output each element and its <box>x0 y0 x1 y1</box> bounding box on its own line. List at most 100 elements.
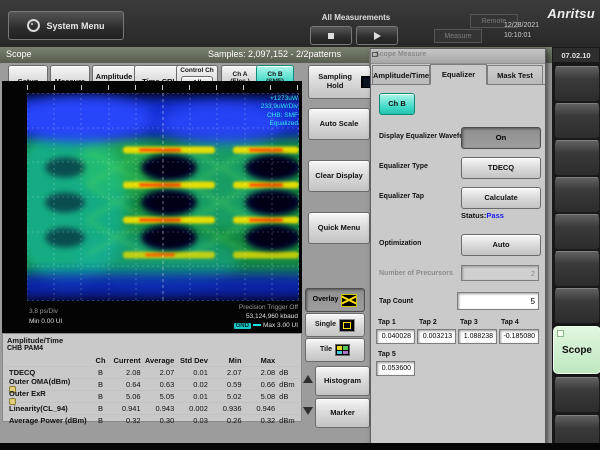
function-key-blank-8[interactable] <box>554 377 600 413</box>
sampling-hold-button[interactable]: Sampling Hold <box>308 65 376 99</box>
equalizer-type-button[interactable]: TDECQ <box>461 157 541 179</box>
tap1-label: Tap 1 <box>378 319 396 326</box>
measurement-table-panel: Amplitude/Time CHB PAM4 Ch Current Avera… <box>2 333 302 422</box>
min-ui-label: Min 0.00 UI <box>29 317 62 327</box>
equalizer-type-label: Equalizer Type <box>379 163 428 170</box>
quick-menu-button[interactable]: Quick Menu <box>308 212 370 244</box>
marker-button[interactable]: Marker <box>315 398 370 428</box>
eye-anno-offset: +1273uW <box>261 95 298 103</box>
sampling-hold-label: Sampling Hold <box>312 73 358 90</box>
tap4-label: Tap 4 <box>501 319 519 326</box>
panel-channel-b-button[interactable]: Ch B <box>379 93 415 115</box>
eye-anno-scale: 233.9uW/Div <box>261 103 298 111</box>
top-bar: System Menu All Measurements Measure Rem… <box>0 0 600 47</box>
tap3-label: Tap 3 <box>460 319 478 326</box>
auto-scale-label: Auto Scale <box>320 120 359 129</box>
table-header-row: Ch Current Average Std Dev Min Max <box>5 355 299 366</box>
date-label: 12/28/2021 <box>504 21 550 31</box>
table-title: Amplitude/Time <box>7 336 63 345</box>
marker-label: Marker <box>330 409 355 418</box>
anritsu-logo: Anritsu <box>547 6 595 21</box>
gnd-marker-badge: GND <box>234 323 251 329</box>
max-ui-label: Max 3.00 UI <box>263 322 298 329</box>
auto-scale-button[interactable]: Auto Scale <box>308 108 370 140</box>
eye-diagram-panel: +1273uW 233.9uW/Div CHB: SMF Equalized 3… <box>2 81 302 333</box>
tile-grid-icon <box>335 344 350 356</box>
tap4-field[interactable]: -0.185080 <box>499 329 539 344</box>
display-eq-waveform-toggle[interactable]: On <box>461 127 541 149</box>
function-key-blank-6[interactable] <box>554 251 600 287</box>
control-ch-label: Control Ch <box>180 67 214 74</box>
all-measurements-start-button[interactable] <box>356 26 398 45</box>
scroll-down-arrow-icon[interactable] <box>303 407 313 415</box>
equalizer-tap-calculate-button[interactable]: Calculate <box>461 187 541 209</box>
function-key-blank-4[interactable] <box>554 177 600 213</box>
system-menu-button[interactable]: System Menu <box>8 11 124 40</box>
clear-display-button[interactable]: Clear Display <box>308 160 370 192</box>
system-menu-label: System Menu <box>46 21 104 31</box>
panel-channel-b-label: Ch B <box>388 100 406 109</box>
firmware-version-label: 07.02.10 <box>553 48 599 62</box>
optimization-label: Optimization <box>379 240 421 247</box>
baud-rate-label: 53,124,960 kbaud <box>234 312 298 321</box>
scope-window-title: Scope <box>6 49 32 59</box>
scroll-up-arrow-icon[interactable] <box>303 375 313 383</box>
tile-view-button[interactable]: Tile <box>305 338 365 362</box>
tap-count-field[interactable]: 5 <box>457 292 539 310</box>
table-row-average-power: Average Power (dBm) B 0.32 0.30 0.03 0.2… <box>5 414 299 426</box>
gnd-marker-line <box>253 324 261 326</box>
single-view-button[interactable]: Single <box>305 313 365 337</box>
histogram-label: Histogram <box>324 377 361 386</box>
tap2-label: Tap 2 <box>419 319 437 326</box>
anritsu-instrument-screen: System Menu All Measurements Measure Rem… <box>0 0 600 450</box>
system-menu-icon <box>27 19 40 32</box>
clear-display-label: Clear Display <box>315 172 363 181</box>
table-row-linearity: Linearity(CL_94) B 0.941 0.943 0.002 0.9… <box>5 402 299 414</box>
precursors-label: Number of Precursors <box>379 270 453 277</box>
timebase-ruler <box>27 85 299 90</box>
equalizer-tap-label: Equalizer Tap <box>379 193 424 200</box>
optimization-auto-button[interactable]: Auto <box>461 234 541 256</box>
tab-equalizer[interactable]: Equalizer <box>430 64 487 85</box>
tap5-field[interactable]: 0.053600 <box>376 361 415 376</box>
all-measurements-label: All Measurements <box>296 13 416 22</box>
tap3-field[interactable]: 1.088238 <box>458 329 497 344</box>
tap1-field[interactable]: 0.040028 <box>376 329 415 344</box>
overlay-view-button[interactable]: Overlay <box>305 288 365 312</box>
play-icon <box>374 32 381 40</box>
overlay-label: Overlay <box>313 296 339 304</box>
function-key-blank-2[interactable] <box>554 103 600 139</box>
function-key-blank-1[interactable] <box>554 66 600 102</box>
display-eq-waveform-label: Display Equalizer Waveform <box>379 133 473 140</box>
tap5-label: Tap 5 <box>378 351 396 358</box>
all-measurements-stop-button[interactable] <box>310 26 352 45</box>
tap2-field[interactable]: 0.003213 <box>417 329 456 344</box>
function-key-strip: 07.02.10 Scope <box>552 47 600 450</box>
timebase-label: 3.8 ps/Div <box>29 307 62 317</box>
scope-measure-title: Scope Measure <box>375 51 426 58</box>
tap-count-label: Tap Count <box>379 298 413 305</box>
status-label: Status: <box>461 211 486 220</box>
function-key-blank-5[interactable] <box>554 214 600 250</box>
table-subtitle: CHB PAM4 <box>7 345 43 352</box>
status-pass-value: Pass <box>486 211 504 220</box>
function-key-blank-3[interactable] <box>554 140 600 176</box>
single-label: Single <box>315 321 336 329</box>
function-key-scope[interactable]: Scope <box>553 326 600 374</box>
stop-icon <box>328 33 334 39</box>
quick-menu-label: Quick Menu <box>318 224 361 233</box>
trigger-status-label: Precision Trigger Off <box>234 303 298 312</box>
tab-amplitude-time[interactable]: Amplitude/Time <box>372 65 430 84</box>
samples-counter: Samples: 2,097,152 - 2/2patterns <box>208 49 341 59</box>
tile-label: Tile <box>320 346 332 354</box>
scope-measure-titlebar[interactable]: Scope Measure <box>371 49 545 64</box>
precursors-field: 2 <box>461 265 539 281</box>
time-label: 10:10:01 <box>504 31 550 41</box>
overlay-eye-icon <box>341 294 357 307</box>
table-row-outer-exr: Outer ExR B 5.06 5.05 0.01 5.02 5.08 dB <box>5 390 299 402</box>
tab-mask-test[interactable]: Mask Test <box>487 65 543 84</box>
histogram-button[interactable]: Histogram <box>315 366 370 396</box>
bottom-bezel-strip <box>0 443 600 450</box>
single-view-icon <box>339 319 355 332</box>
function-key-blank-7[interactable] <box>554 288 600 324</box>
